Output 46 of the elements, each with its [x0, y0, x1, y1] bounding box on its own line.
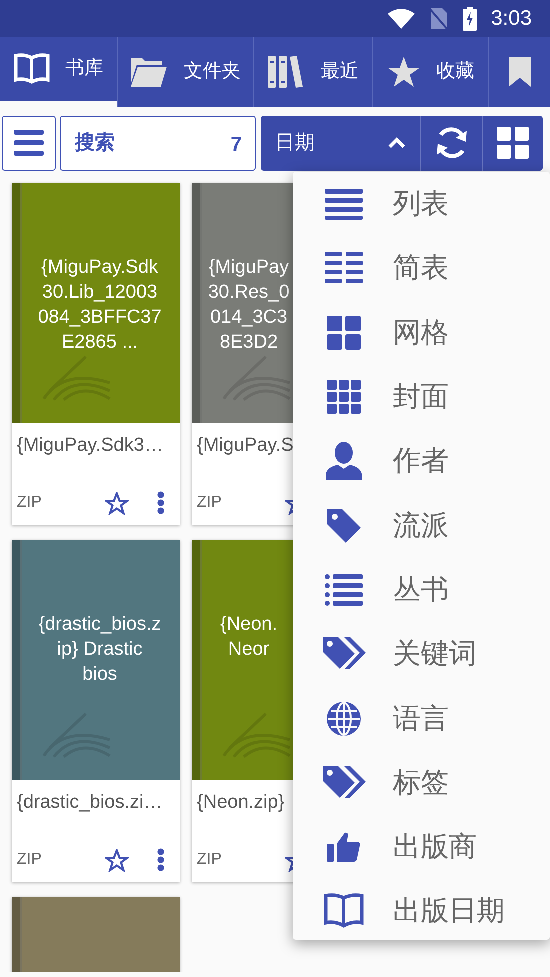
- list-icon: [325, 188, 363, 220]
- cover-title: {Neon. Neor: [219, 613, 279, 662]
- menu-item[interactable]: 出版日期: [293, 879, 550, 944]
- books-icon: [267, 55, 305, 89]
- clock-time: 3:03: [491, 6, 532, 32]
- folder-icon: [130, 56, 168, 88]
- book-card[interactable]: {drastic_bios.z ip} Drastic bios {drastic_bios.zi… ZIP: [12, 540, 180, 882]
- more-icon[interactable]: [156, 491, 165, 515]
- bulleted-list-icon: [325, 574, 363, 606]
- book-title: {MiguPay.S: [196, 434, 295, 458]
- more-icon[interactable]: [156, 848, 165, 872]
- tags-icon: [322, 764, 366, 801]
- person-icon: [326, 442, 362, 480]
- file-format: ZIP: [197, 493, 222, 513]
- result-count: 7: [230, 132, 242, 158]
- compact-list-icon: [325, 252, 363, 284]
- book-icon: [324, 893, 364, 930]
- battery-icon: [463, 6, 478, 30]
- thumbs-up-icon: [327, 831, 361, 864]
- book-card[interactable]: {MiguPay.Sdk 30.Lib_12003 084_3BFFC37 E2865 ... {MiguPay.Sdk3… ZIP: [12, 183, 180, 525]
- book-title: {drastic_bios.zi…: [16, 791, 164, 815]
- small-grid-icon: [327, 380, 361, 414]
- menu-icon: [14, 130, 44, 156]
- tag-icon: [326, 508, 362, 544]
- feather-emblem-icon: [222, 355, 292, 401]
- feather-emblem-icon: [222, 712, 292, 758]
- file-format: ZIP: [17, 493, 42, 513]
- file-format: ZIP: [197, 850, 222, 870]
- favorite-star-icon[interactable]: [104, 492, 129, 514]
- wifi-icon: [388, 8, 416, 28]
- favorite-star-icon[interactable]: [104, 848, 129, 872]
- cover-title: {MiguPay.Sdk 30.Lib_12003 084_3BFFC37 E2865 ...: [37, 256, 163, 355]
- star-icon: [386, 56, 420, 88]
- file-format: ZIP: [17, 850, 42, 870]
- grid-icon: [497, 127, 529, 159]
- bookmark-icon: [508, 56, 532, 88]
- grid-icon: [327, 316, 361, 350]
- no-sim-icon: [429, 6, 450, 30]
- cover-title: {MiguPay 30.Res_0 014_3C3 8E3D2: [207, 256, 291, 355]
- cover-title: {drastic_bios.z ip} Drastic bios: [38, 613, 162, 687]
- book-title: {MiguPay.Sdk3…: [16, 434, 164, 458]
- book-icon: [14, 53, 50, 85]
- book-title: {Neon.zip}: [196, 791, 286, 815]
- menu-button[interactable]: [2, 116, 56, 170]
- caret-icon: [388, 137, 406, 149]
- globe-icon: [326, 700, 362, 737]
